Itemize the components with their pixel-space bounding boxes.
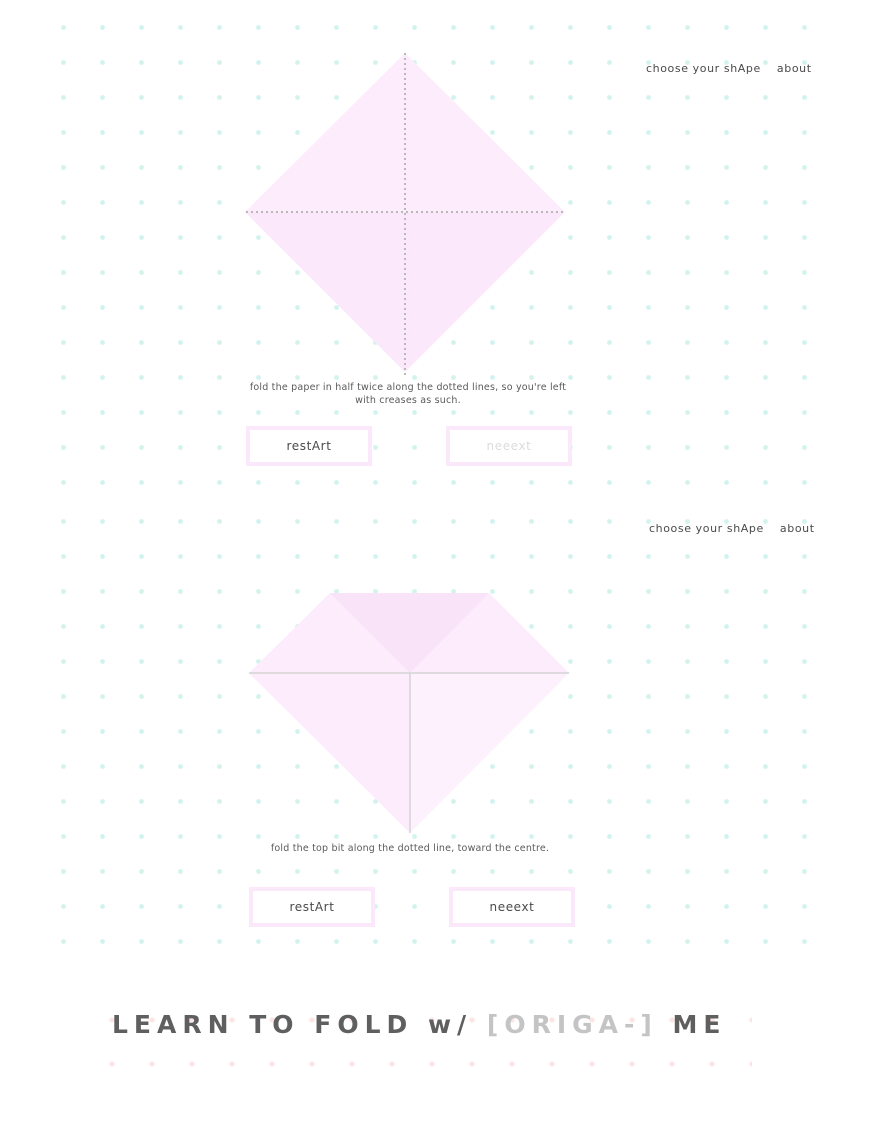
instruction-text: fold the top bit along the dotted line, … [270, 843, 550, 854]
restart-button[interactable]: restArt [249, 887, 375, 927]
next-button[interactable]: neeext [446, 426, 572, 466]
paper-diamond [245, 53, 566, 375]
restart-button[interactable]: restArt [246, 426, 372, 466]
right-shade [410, 673, 569, 833]
site-logo-footer: LEARN TO FOLD w/ [ORIGA-] ME [112, 1010, 726, 1039]
logo-suffix: ME [657, 1010, 727, 1039]
instruction-text: fold the paper in half twice along the d… [249, 382, 567, 406]
next-button[interactable]: neeext [449, 887, 575, 927]
logo-brand: [ORIGA-] [486, 1010, 658, 1039]
logo-prefix: LEARN TO FOLD w/ [112, 1010, 487, 1039]
step-panel-1: choose your shApe about fold the paper in… [0, 0, 880, 500]
step-panel-2: choose your shApe about fold the top bit … [0, 500, 880, 960]
paper-folded-shape [249, 593, 569, 833]
